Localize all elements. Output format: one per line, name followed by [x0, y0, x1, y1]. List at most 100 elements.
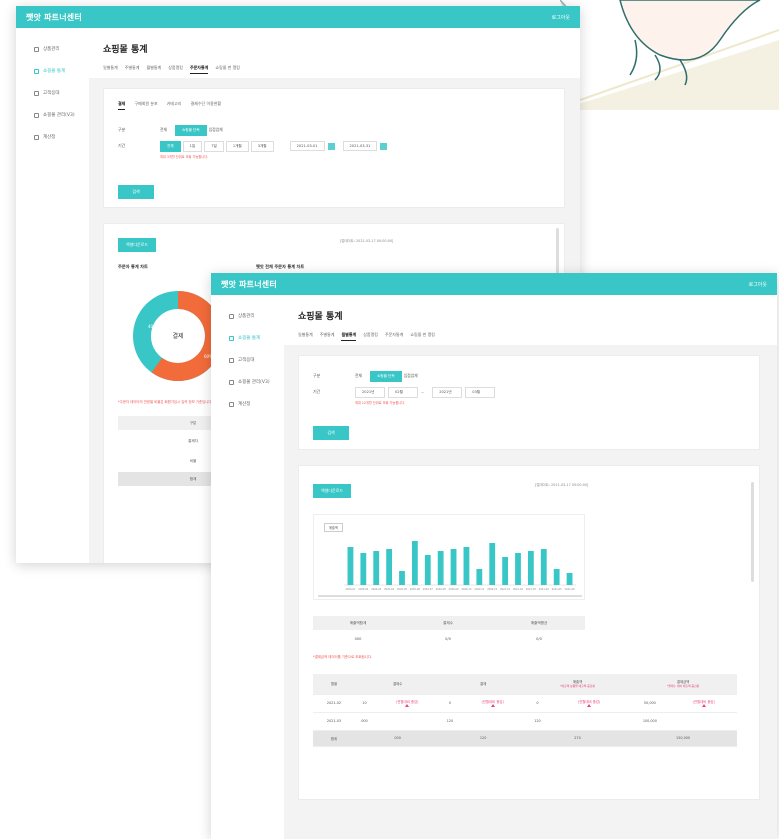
search-button[interactable]: 검색 [118, 185, 154, 199]
sidebar-item-shop-admin[interactable]: 쇼핑몰 관리(V3) [211, 371, 284, 393]
stats-tabs: 일별통계 주별통계 월별통계 상품랭킹 주문자통계 쇼핑몰 펀 랭킹 [298, 332, 777, 341]
sidebar-item-label: 쇼핑몰 통계 [238, 336, 261, 341]
cell-a: 000 [354, 712, 375, 731]
tab-daily[interactable]: 일별통계 [103, 65, 118, 74]
year-from-select[interactable]: 2021년 [355, 386, 385, 398]
tab-orderer-stats[interactable]: 주문자통계 [189, 65, 209, 74]
filter-label: 구분 [313, 373, 321, 378]
sidebar-item-stats[interactable]: 쇼핑몰 통계 [211, 327, 284, 349]
sidebar-item-support[interactable]: 고객응대 [16, 82, 89, 104]
tab-product-rank[interactable]: 상품랭킹 [363, 332, 378, 341]
sidebar-item-shop-admin[interactable]: 쇼핑몰 관리(V3) [16, 104, 89, 126]
bar-2020-05 [399, 571, 405, 585]
tab-orderer-stats[interactable]: 주문자통계 [385, 332, 403, 341]
sidebar-item-products[interactable]: 상품관리 [211, 305, 284, 327]
sidebar-item-settlement[interactable]: 계산정 [211, 393, 284, 415]
month-from-select[interactable]: 02월 [388, 386, 418, 398]
scrollbar[interactable] [751, 482, 754, 582]
period-all[interactable]: 전체 [160, 140, 181, 152]
x-tick-label: 2020-11 [474, 588, 484, 591]
calc-icon [229, 401, 234, 407]
search-button[interactable]: 검색 [313, 426, 349, 440]
period-1d[interactable]: 1일 [182, 140, 203, 152]
tab-shop-rank[interactable]: 쇼핑몰 펀 랭킹 [215, 65, 240, 74]
table-row: 2021-02 10 (전월대비 증감) 0 (전월대비 증감) 0 (전월대비… [313, 694, 737, 713]
settings-icon [229, 379, 234, 385]
app-body: 상품관리 쇼핑몰 통계 고객응대 쇼핑몰 관리(V3) 계산정 쇼핑몰 통계 일… [211, 295, 777, 839]
filter-shop-only[interactable]: 쇼핑몰 단독 [175, 124, 207, 136]
filter-vendor[interactable]: 입점업체 [404, 373, 418, 379]
page-title: 쇼핑몰 통계 [103, 45, 148, 55]
up-arrow-icon [701, 703, 706, 707]
sidebar-item-label: 쇼핑몰 통계 [43, 69, 66, 74]
sidebar-item-label: 고객응대 [238, 358, 255, 363]
tab-product-rank[interactable]: 상품랭킹 [168, 65, 183, 74]
filter-vendor[interactable]: 입점업체 [209, 127, 223, 133]
brand-logo: 쨋앗 파트너센터 [26, 12, 82, 22]
filter-all[interactable]: 전체 [160, 127, 167, 133]
bar-2021-06 [566, 573, 573, 585]
brand-logo: 쨋앗 파트너센터 [221, 279, 277, 289]
tab-monthly[interactable]: 월별통계 [146, 65, 161, 74]
bar-2020-02 [360, 553, 367, 585]
tab-shop-rank[interactable]: 쇼핑몰 펀 랭킹 [410, 332, 435, 341]
subtab-category[interactable]: 카테고리 [167, 101, 182, 110]
cell-d: 150,000 [629, 730, 737, 747]
period-3m[interactable]: 3개월 [250, 140, 274, 152]
year-to-select[interactable]: 2021년 [432, 386, 463, 398]
col-amount-sub: *결제수 대비 매출액 증감률 [666, 684, 700, 689]
tab-daily[interactable]: 일별통계 [298, 332, 313, 341]
calendar-icon[interactable] [380, 142, 388, 150]
col-count: 결제수 [354, 674, 441, 695]
date-to-input[interactable]: 2021-03-31 [342, 141, 378, 151]
summary-value-count: 0/0 [445, 637, 451, 641]
x-tick-label: 2020-12 [487, 588, 497, 591]
sidebar-item-stats[interactable]: 쇼핑몰 통계 [16, 60, 89, 82]
filter-all[interactable]: 전체 [355, 373, 362, 379]
cell-month: 2021-03 [313, 712, 355, 731]
cell-a: 000 [354, 730, 441, 747]
tab-weekly[interactable]: 주별통계 [320, 332, 335, 341]
cell-c: 0 [525, 694, 549, 713]
tab-monthly[interactable]: 월별통계 [341, 332, 357, 341]
filter-shop-only[interactable]: 쇼핑몰 단독 [370, 370, 402, 382]
calendar-icon[interactable] [327, 142, 335, 150]
sidebar-item-label: 상품관리 [43, 47, 60, 52]
cell-d: 50,000 [629, 694, 671, 713]
excel-download-button[interactable]: 엑셀다운로드 [118, 238, 156, 252]
period-7d[interactable]: 7일 [204, 140, 224, 152]
x-tick-label: 2020-02 [358, 588, 368, 591]
x-tick-label: 2020-10 [461, 588, 471, 591]
date-from-input[interactable]: 2021-03-01 [289, 141, 325, 151]
tab-weekly[interactable]: 주별통계 [125, 65, 140, 74]
excel-download-button[interactable]: 엑셀다운로드 [313, 484, 351, 498]
x-tick-label: 2021-03 [526, 588, 536, 591]
cell-empty [670, 712, 737, 731]
sidebar-item-products[interactable]: 상품관리 [16, 38, 89, 60]
cell-empty [459, 712, 526, 731]
stats-tabs: 일별통계 주별통계 월별통계 상품랭킹 주문자통계 쇼핑몰 펀 랭킹 [103, 65, 580, 74]
filter-label: 구분 [118, 127, 126, 132]
up-arrow-icon [490, 703, 495, 707]
month-to-select[interactable]: 03월 [465, 386, 496, 398]
x-tick-label: 2020-07 [423, 588, 433, 591]
sidebar-item-settlement[interactable]: 계산정 [16, 126, 89, 148]
period-1m[interactable]: 1개월 [225, 140, 249, 152]
calc-icon [34, 134, 39, 140]
x-tick-label: 2021-06 [565, 588, 575, 591]
sidebar-item-support[interactable]: 고객응대 [211, 349, 284, 371]
decorative-illustration [560, 0, 779, 110]
logout-link[interactable]: 로그아웃 [749, 281, 767, 288]
chart-scrollbar[interactable] [318, 595, 582, 597]
subtab-payment[interactable]: 결제 [118, 101, 126, 110]
bar-2020-03 [373, 551, 380, 585]
subtab-payment-method[interactable]: 결제수단 이용현황 [190, 101, 221, 110]
bar-2020-08 [437, 551, 444, 585]
settings-icon [34, 112, 39, 118]
subtab-member-dist[interactable]: 구매회원 분포 [134, 101, 157, 110]
bar-2020-01 [347, 547, 354, 585]
cell-month: 합계 [313, 730, 355, 747]
cell-b: 120 [440, 712, 460, 731]
logout-link[interactable]: 로그아웃 [552, 14, 570, 21]
period-label: 기간 [118, 143, 126, 148]
